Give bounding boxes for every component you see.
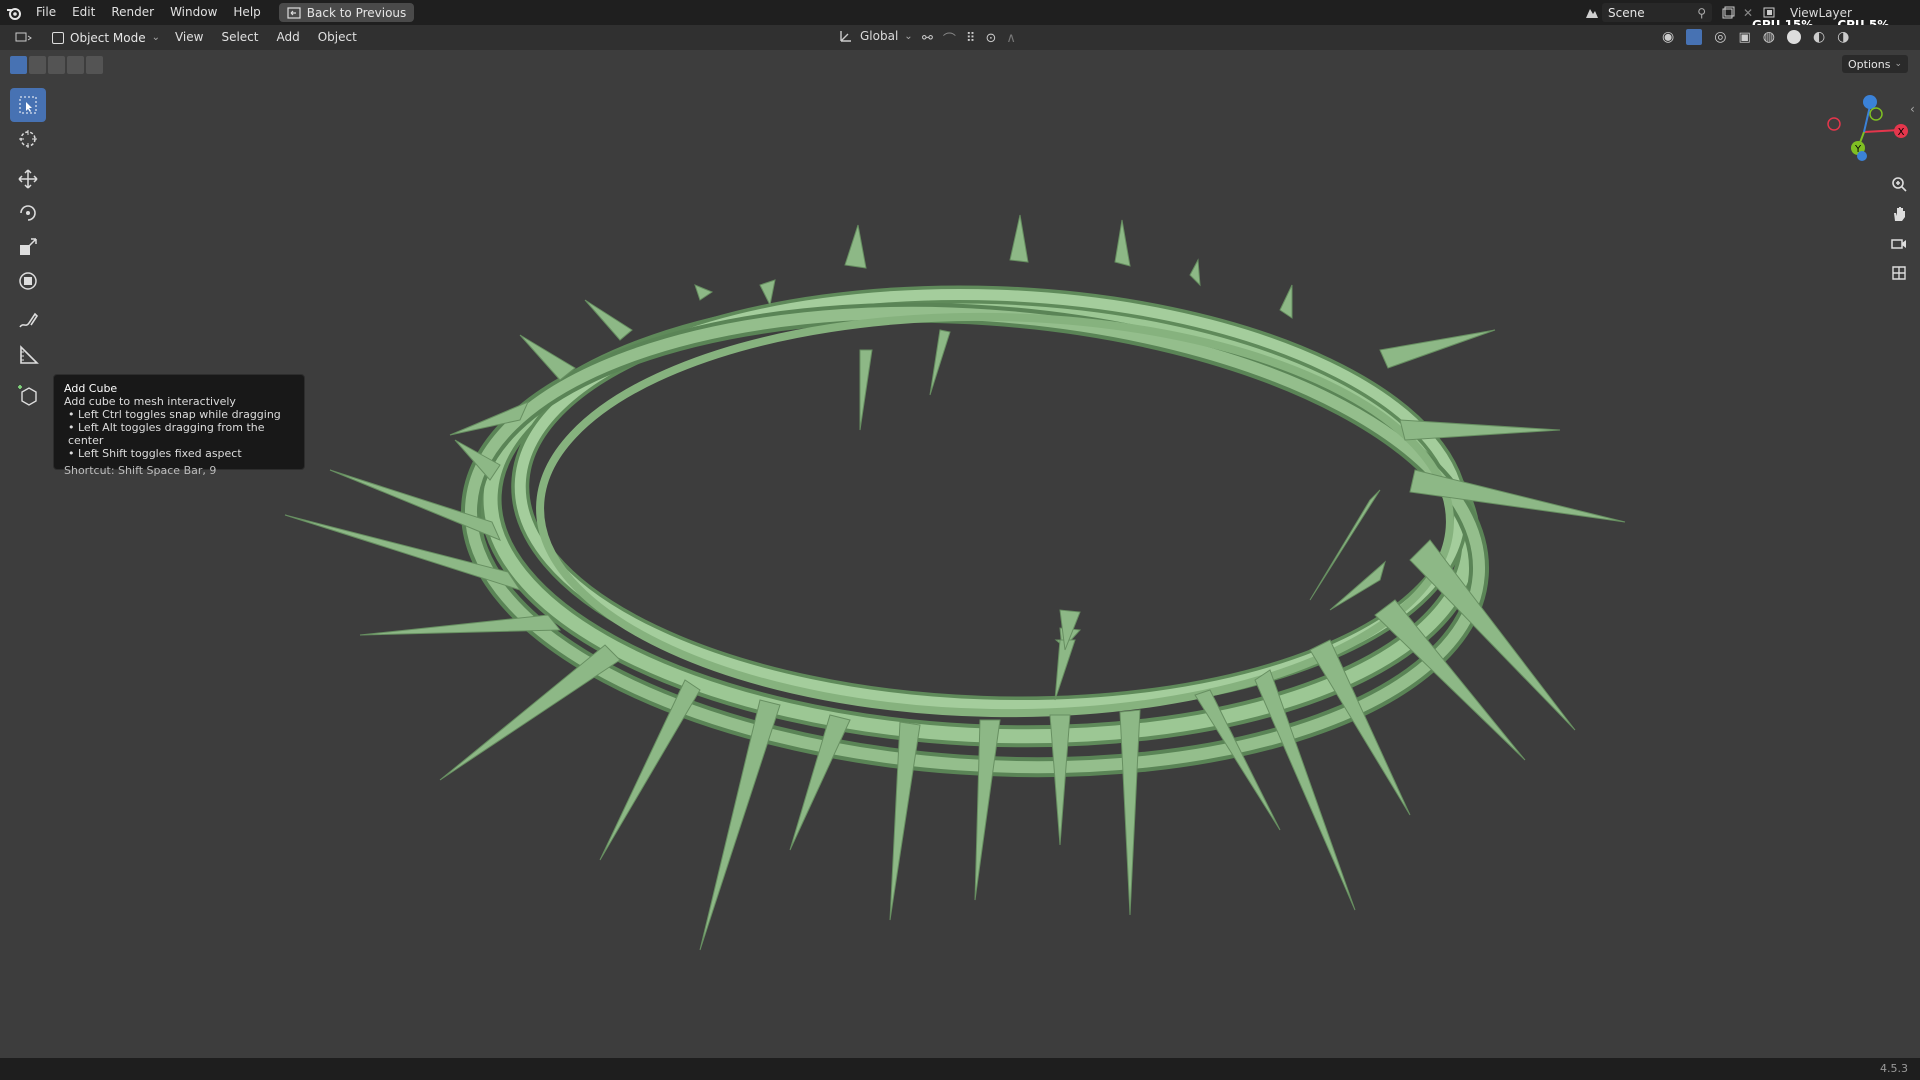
select-box-icon (19, 96, 37, 114)
sidebar-collapse-icon[interactable]: ‹ (1910, 102, 1915, 116)
zoom-icon[interactable] (1886, 171, 1912, 197)
material-shading-icon[interactable]: ◐ (1813, 29, 1825, 45)
chevron-down-icon: ⌄ (1894, 59, 1902, 69)
scale-icon (20, 238, 37, 255)
rotate-icon (20, 205, 36, 221)
measure-icon (20, 345, 39, 364)
select-subtract-button[interactable] (48, 56, 65, 74)
orientation-label: Global (860, 29, 899, 43)
options-dropdown[interactable]: Options ⌄ (1842, 55, 1908, 73)
selection-mode-buttons (10, 56, 103, 74)
ortho-perspective-icon[interactable] (1886, 260, 1912, 286)
snap-icon[interactable]: ⌒ (943, 29, 956, 48)
scale-tool[interactable] (10, 230, 46, 264)
scene-icon (1582, 3, 1602, 23)
tooltip-line: • Left Alt toggles dragging from the cen… (68, 421, 265, 447)
menu-render[interactable]: Render (103, 0, 162, 25)
transform-tool[interactable] (10, 264, 46, 298)
back-icon (287, 6, 301, 19)
proportional-editing-icon[interactable]: ⊙ (985, 31, 996, 46)
tooltip-line: • Left Ctrl toggles snap while dragging (68, 408, 281, 421)
wireframe-shading-icon[interactable]: ◍ (1763, 29, 1775, 45)
menu-view[interactable]: View (166, 25, 212, 50)
scene-selector[interactable]: Scene ⚲ ✕ (1582, 3, 1758, 22)
tooltip-title: Add Cube (64, 382, 118, 395)
tooltip-shortcut: Shortcut: Shift Space Bar, 9 (64, 464, 217, 477)
menu-select[interactable]: Select (212, 25, 267, 50)
move-tool[interactable] (10, 162, 46, 196)
x-axis-label: X (1898, 127, 1905, 138)
navigation-gizmo[interactable]: X Y (1820, 90, 1910, 170)
add-cube-tooltip: Add Cube Add cube to mesh interactively … (53, 374, 305, 477)
object-mode-label: Object Mode (70, 30, 146, 45)
overlays-icon[interactable]: ◎ (1714, 29, 1726, 45)
tooltip-description: Add cube to mesh interactively (64, 395, 236, 408)
crown-of-thorns-model[interactable] (0, 50, 1920, 1058)
object-mode-icon (52, 31, 64, 44)
solid-shading-icon[interactable] (1786, 30, 1801, 44)
select-invert-button[interactable] (67, 56, 84, 74)
select-new-button[interactable] (10, 56, 27, 74)
add-cube-icon (18, 385, 37, 406)
annotate-icon (19, 312, 39, 328)
add-cube-tool[interactable] (10, 378, 46, 412)
select-intersect-button[interactable] (86, 56, 103, 74)
gizmo-toggle-icon[interactable] (1686, 29, 1703, 45)
new-scene-icon[interactable] (1718, 3, 1738, 23)
menu-window[interactable]: Window (162, 0, 225, 25)
viewport-overlays: ◉ ◎ ▣ ◍ ◐ ◑ (1662, 29, 1849, 45)
select-extend-button[interactable] (29, 56, 46, 74)
rotate-tool[interactable] (10, 196, 46, 230)
scene-name: Scene (1608, 5, 1645, 20)
move-icon (18, 169, 38, 189)
pan-hand-icon[interactable] (1886, 201, 1912, 227)
pivot-icon[interactable]: ⚯ (922, 31, 933, 46)
pin-icon[interactable]: ⚲ (1697, 6, 1706, 20)
menu-add[interactable]: Add (268, 25, 309, 50)
transform-orientation-dropdown[interactable]: Global ⌄ (838, 28, 913, 44)
xray-icon[interactable]: ▣ (1738, 30, 1750, 45)
transform-icon (19, 272, 37, 290)
menu-object[interactable]: Object (309, 25, 366, 50)
z-axis-positive[interactable] (1863, 95, 1877, 109)
cursor-icon (19, 130, 37, 148)
blender-logo-icon[interactable] (0, 0, 28, 25)
menu-help[interactable]: Help (225, 0, 268, 25)
cursor-tool[interactable] (10, 122, 46, 156)
chevron-down-icon: ⌄ (151, 32, 160, 43)
snapping-tools: ⚯ ⌒ ⠿ ⊙ ∧ (922, 29, 1016, 48)
measure-tool[interactable] (10, 338, 46, 372)
x-axis-negative[interactable] (1827, 117, 1841, 131)
back-to-previous-label: Back to Previous (306, 5, 407, 20)
camera-view-icon[interactable] (1886, 230, 1912, 256)
orientation-icon (840, 31, 851, 42)
viewport-header: Object Mode ⌄ View Select Add Object Glo… (0, 25, 1920, 50)
menu-edit[interactable]: Edit (64, 0, 103, 25)
editor-type-icon[interactable] (14, 28, 34, 48)
menu-file[interactable]: File (28, 0, 64, 25)
status-bar: 4.5.3 (0, 1058, 1920, 1080)
falloff-icon[interactable]: ∧ (1006, 31, 1016, 46)
tool-shelf (10, 88, 46, 412)
blender-version: 4.5.3 (1880, 1062, 1908, 1075)
3d-viewport[interactable]: Add Cube Add cube to mesh interactively … (0, 50, 1920, 1058)
chevron-down-icon: ⌄ (904, 30, 913, 42)
visibility-icon[interactable]: ◉ (1662, 29, 1674, 45)
object-mode-dropdown[interactable]: Object Mode ⌄ (46, 28, 166, 47)
snap-grid-icon[interactable]: ⠿ (966, 31, 976, 46)
tooltip-line: • Left Shift toggles fixed aspect (68, 447, 242, 460)
annotate-tool[interactable] (10, 304, 46, 338)
z-axis-negative[interactable] (1857, 151, 1867, 161)
scene-name-field[interactable]: Scene ⚲ (1602, 3, 1712, 22)
y-axis-negative[interactable] (1869, 107, 1883, 121)
options-label: Options (1848, 57, 1891, 71)
back-to-previous-button[interactable]: Back to Previous (278, 3, 415, 22)
select-box-tool[interactable] (10, 88, 46, 122)
rendered-shading-icon[interactable]: ◑ (1837, 29, 1849, 45)
